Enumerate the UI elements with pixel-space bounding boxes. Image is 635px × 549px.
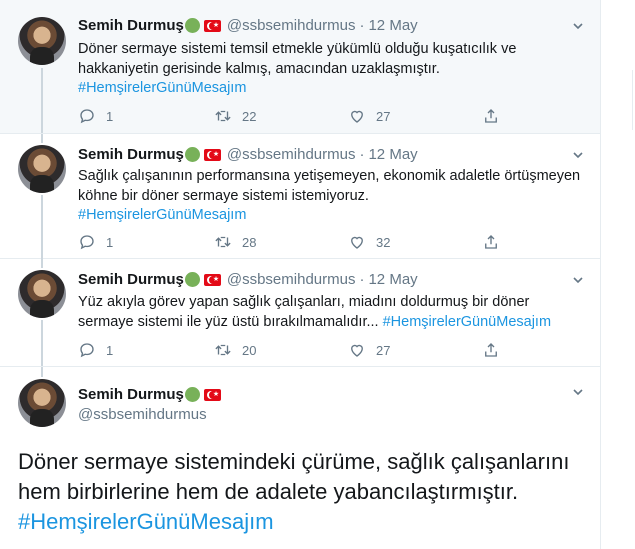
- reply-count: 1: [106, 234, 114, 250]
- thread-line: [41, 68, 43, 133]
- hashtag-link[interactable]: #HemşirelerGünüMesajım: [78, 80, 246, 96]
- reply-count: 1: [106, 342, 114, 358]
- author-handle[interactable]: @ssbsemihdurmus: [227, 146, 356, 163]
- green-circle-emoji: [184, 147, 200, 162]
- green-circle-emoji: [184, 387, 200, 402]
- separator: ·: [359, 271, 365, 288]
- tweet-actions: 1 22 27: [78, 106, 498, 126]
- like-button[interactable]: 32: [348, 232, 390, 252]
- main-tweet-line-1: Döner sermaye sistemindeki çürüme, sağlı…: [18, 449, 570, 474]
- thread-line: [41, 320, 43, 366]
- tweet-actions: 1 20 27: [78, 340, 498, 360]
- share-button[interactable]: [482, 232, 500, 252]
- main-tweet: Semih Durmuş @ssbsemihdurmus Döner serma…: [0, 367, 600, 549]
- reply-count: 1: [106, 108, 114, 124]
- hashtag-link[interactable]: #HemşirelerGünüMesajım: [383, 314, 551, 330]
- main-tweet-text: Döner sermaye sistemindeki çürüme, sağlı…: [18, 447, 593, 537]
- tweet-3[interactable]: Semih Durmuş @ssbsemihdurmus · 12 May Yü…: [0, 258, 600, 367]
- share-button[interactable]: [482, 340, 500, 360]
- turkey-flag-emoji: [203, 273, 221, 286]
- tweet-1[interactable]: Semih Durmuş @ssbsemihdurmus · 12 May Dö…: [0, 0, 600, 134]
- thread-line: [41, 195, 43, 258]
- tweet-body: Döner sermaye sistemi temsil etmekle yük…: [78, 41, 517, 77]
- reply-icon: [80, 235, 94, 250]
- like-button[interactable]: 27: [348, 106, 390, 126]
- like-count: 32: [376, 234, 391, 250]
- reply-button[interactable]: 1: [78, 106, 113, 126]
- retweet-icon: [215, 236, 231, 248]
- chevron-down-icon[interactable]: [573, 150, 583, 160]
- avatar[interactable]: [18, 270, 66, 318]
- separator: ·: [359, 17, 365, 34]
- timeline: Semih Durmuş @ssbsemihdurmus · 12 May Dö…: [0, 0, 601, 549]
- turkey-flag-emoji: [203, 148, 221, 161]
- author-handle[interactable]: @ssbsemihdurmus: [78, 406, 207, 423]
- author-name[interactable]: Semih Durmuş: [78, 386, 184, 403]
- tweet-date[interactable]: 12 May: [368, 146, 417, 163]
- tweet-header: Semih Durmuş @ssbsemihdurmus · 12 May: [78, 146, 418, 163]
- reply-icon: [80, 343, 94, 358]
- tweet-header: Semih Durmuş: [78, 386, 227, 403]
- green-circle-emoji: [184, 18, 200, 33]
- tweet-text: Döner sermaye sistemi temsil etmekle yük…: [78, 40, 583, 99]
- retweet-button[interactable]: 22: [214, 106, 256, 126]
- reply-icon: [80, 109, 94, 124]
- tweet-2[interactable]: Semih Durmuş @ssbsemihdurmus · 12 May Sa…: [0, 134, 600, 259]
- share-icon: [485, 235, 497, 249]
- retweet-count: 20: [242, 342, 257, 358]
- avatar[interactable]: [18, 145, 66, 193]
- tweet-date[interactable]: 12 May: [368, 17, 417, 34]
- author-handle[interactable]: @ssbsemihdurmus: [227, 271, 356, 288]
- tweet-actions: 1 28 32: [78, 232, 498, 252]
- tweet-date[interactable]: 12 May: [368, 271, 417, 288]
- chevron-down-icon[interactable]: [573, 275, 583, 285]
- chevron-down-icon[interactable]: [573, 21, 583, 31]
- share-button[interactable]: [482, 106, 500, 126]
- tweet-body: Sağlık çalışanının performansına yetişem…: [78, 168, 581, 204]
- tweet-header: Semih Durmuş @ssbsemihdurmus · 12 May: [78, 271, 418, 288]
- tweet-text: Sağlık çalışanının performansına yetişem…: [78, 167, 583, 226]
- thread-line: [41, 258, 43, 268]
- hashtag-link[interactable]: #HemşirelerGünüMesajım: [18, 509, 274, 534]
- retweet-icon: [215, 344, 231, 356]
- author-handle[interactable]: @ssbsemihdurmus: [227, 17, 356, 34]
- separator: ·: [359, 146, 365, 163]
- green-circle-emoji: [184, 272, 200, 287]
- share-icon: [485, 343, 497, 357]
- divider: [632, 70, 633, 130]
- like-count: 27: [376, 342, 391, 358]
- like-icon: [351, 110, 363, 123]
- tweet-text: Yüz akıyla görev yapan sağlık çalışanlar…: [78, 293, 583, 332]
- retweet-button[interactable]: 20: [214, 340, 256, 360]
- main-tweet-line-2: hem birbirlerine hem de adalete yabancıl…: [18, 479, 519, 504]
- retweet-button[interactable]: 28: [214, 232, 256, 252]
- like-count: 27: [376, 108, 391, 124]
- hashtag-link[interactable]: #HemşirelerGünüMesajım: [78, 207, 246, 223]
- like-icon: [351, 344, 363, 357]
- author-name[interactable]: Semih Durmuş: [78, 271, 184, 288]
- like-button[interactable]: 27: [348, 340, 390, 360]
- like-icon: [351, 236, 363, 249]
- retweet-count: 22: [242, 108, 257, 124]
- thread-line: [41, 134, 43, 143]
- thread-line: [41, 367, 43, 377]
- avatar[interactable]: [18, 379, 66, 427]
- avatar[interactable]: [18, 17, 66, 65]
- tweet-header: Semih Durmuş @ssbsemihdurmus · 12 May: [78, 17, 418, 34]
- turkey-flag-emoji: [203, 388, 221, 401]
- retweet-icon: [215, 110, 231, 122]
- author-name[interactable]: Semih Durmuş: [78, 146, 184, 163]
- reply-button[interactable]: 1: [78, 232, 113, 252]
- retweet-count: 28: [242, 234, 257, 250]
- author-name[interactable]: Semih Durmuş: [78, 17, 184, 34]
- share-icon: [485, 109, 497, 123]
- turkey-flag-emoji: [203, 19, 221, 32]
- reply-button[interactable]: 1: [78, 340, 113, 360]
- chevron-down-icon[interactable]: [573, 387, 583, 397]
